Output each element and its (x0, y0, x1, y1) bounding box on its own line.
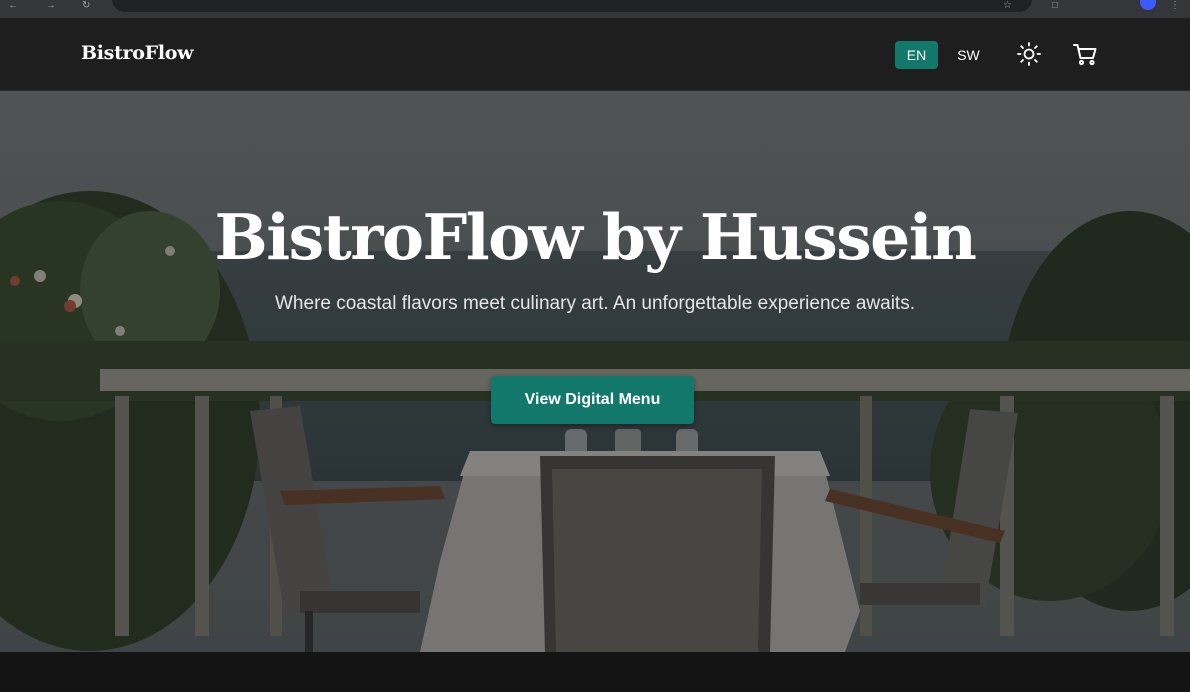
forward-icon[interactable]: → (46, 1, 56, 11)
language-sw-button[interactable]: SW (947, 41, 990, 69)
back-icon[interactable]: ← (8, 1, 18, 11)
cart-icon (1073, 44, 1097, 66)
cart-button[interactable] (1071, 40, 1099, 68)
navbar: BistroFlow EN SW (0, 18, 1190, 91)
bookmark-star-icon[interactable]: ☆ (1003, 1, 1012, 11)
next-section (0, 652, 1190, 692)
hero-subtitle: Where coastal flavors meet culinary art.… (275, 293, 915, 314)
address-bar[interactable] (112, 0, 1032, 12)
hero-background-image (0, 91, 1190, 652)
view-digital-menu-button[interactable]: View Digital Menu (491, 376, 694, 424)
hero-title: BistroFlow by Hussein (214, 200, 977, 274)
sun-icon (1017, 42, 1041, 66)
chrome-menu-icon[interactable]: ⋮ (1170, 1, 1180, 11)
profile-avatar-icon[interactable] (1140, 0, 1156, 10)
language-en-button[interactable]: EN (895, 41, 938, 69)
browser-toolbar: ← → ↻ ☆ □ ⋮ (0, 0, 1190, 18)
theme-toggle-button[interactable] (1015, 40, 1043, 68)
brand-logo[interactable]: BistroFlow (81, 42, 193, 64)
reload-icon[interactable]: ↻ (82, 1, 90, 11)
hero-section: BistroFlow by Hussein Where coastal flav… (0, 91, 1190, 652)
extensions-icon[interactable]: □ (1052, 1, 1058, 11)
